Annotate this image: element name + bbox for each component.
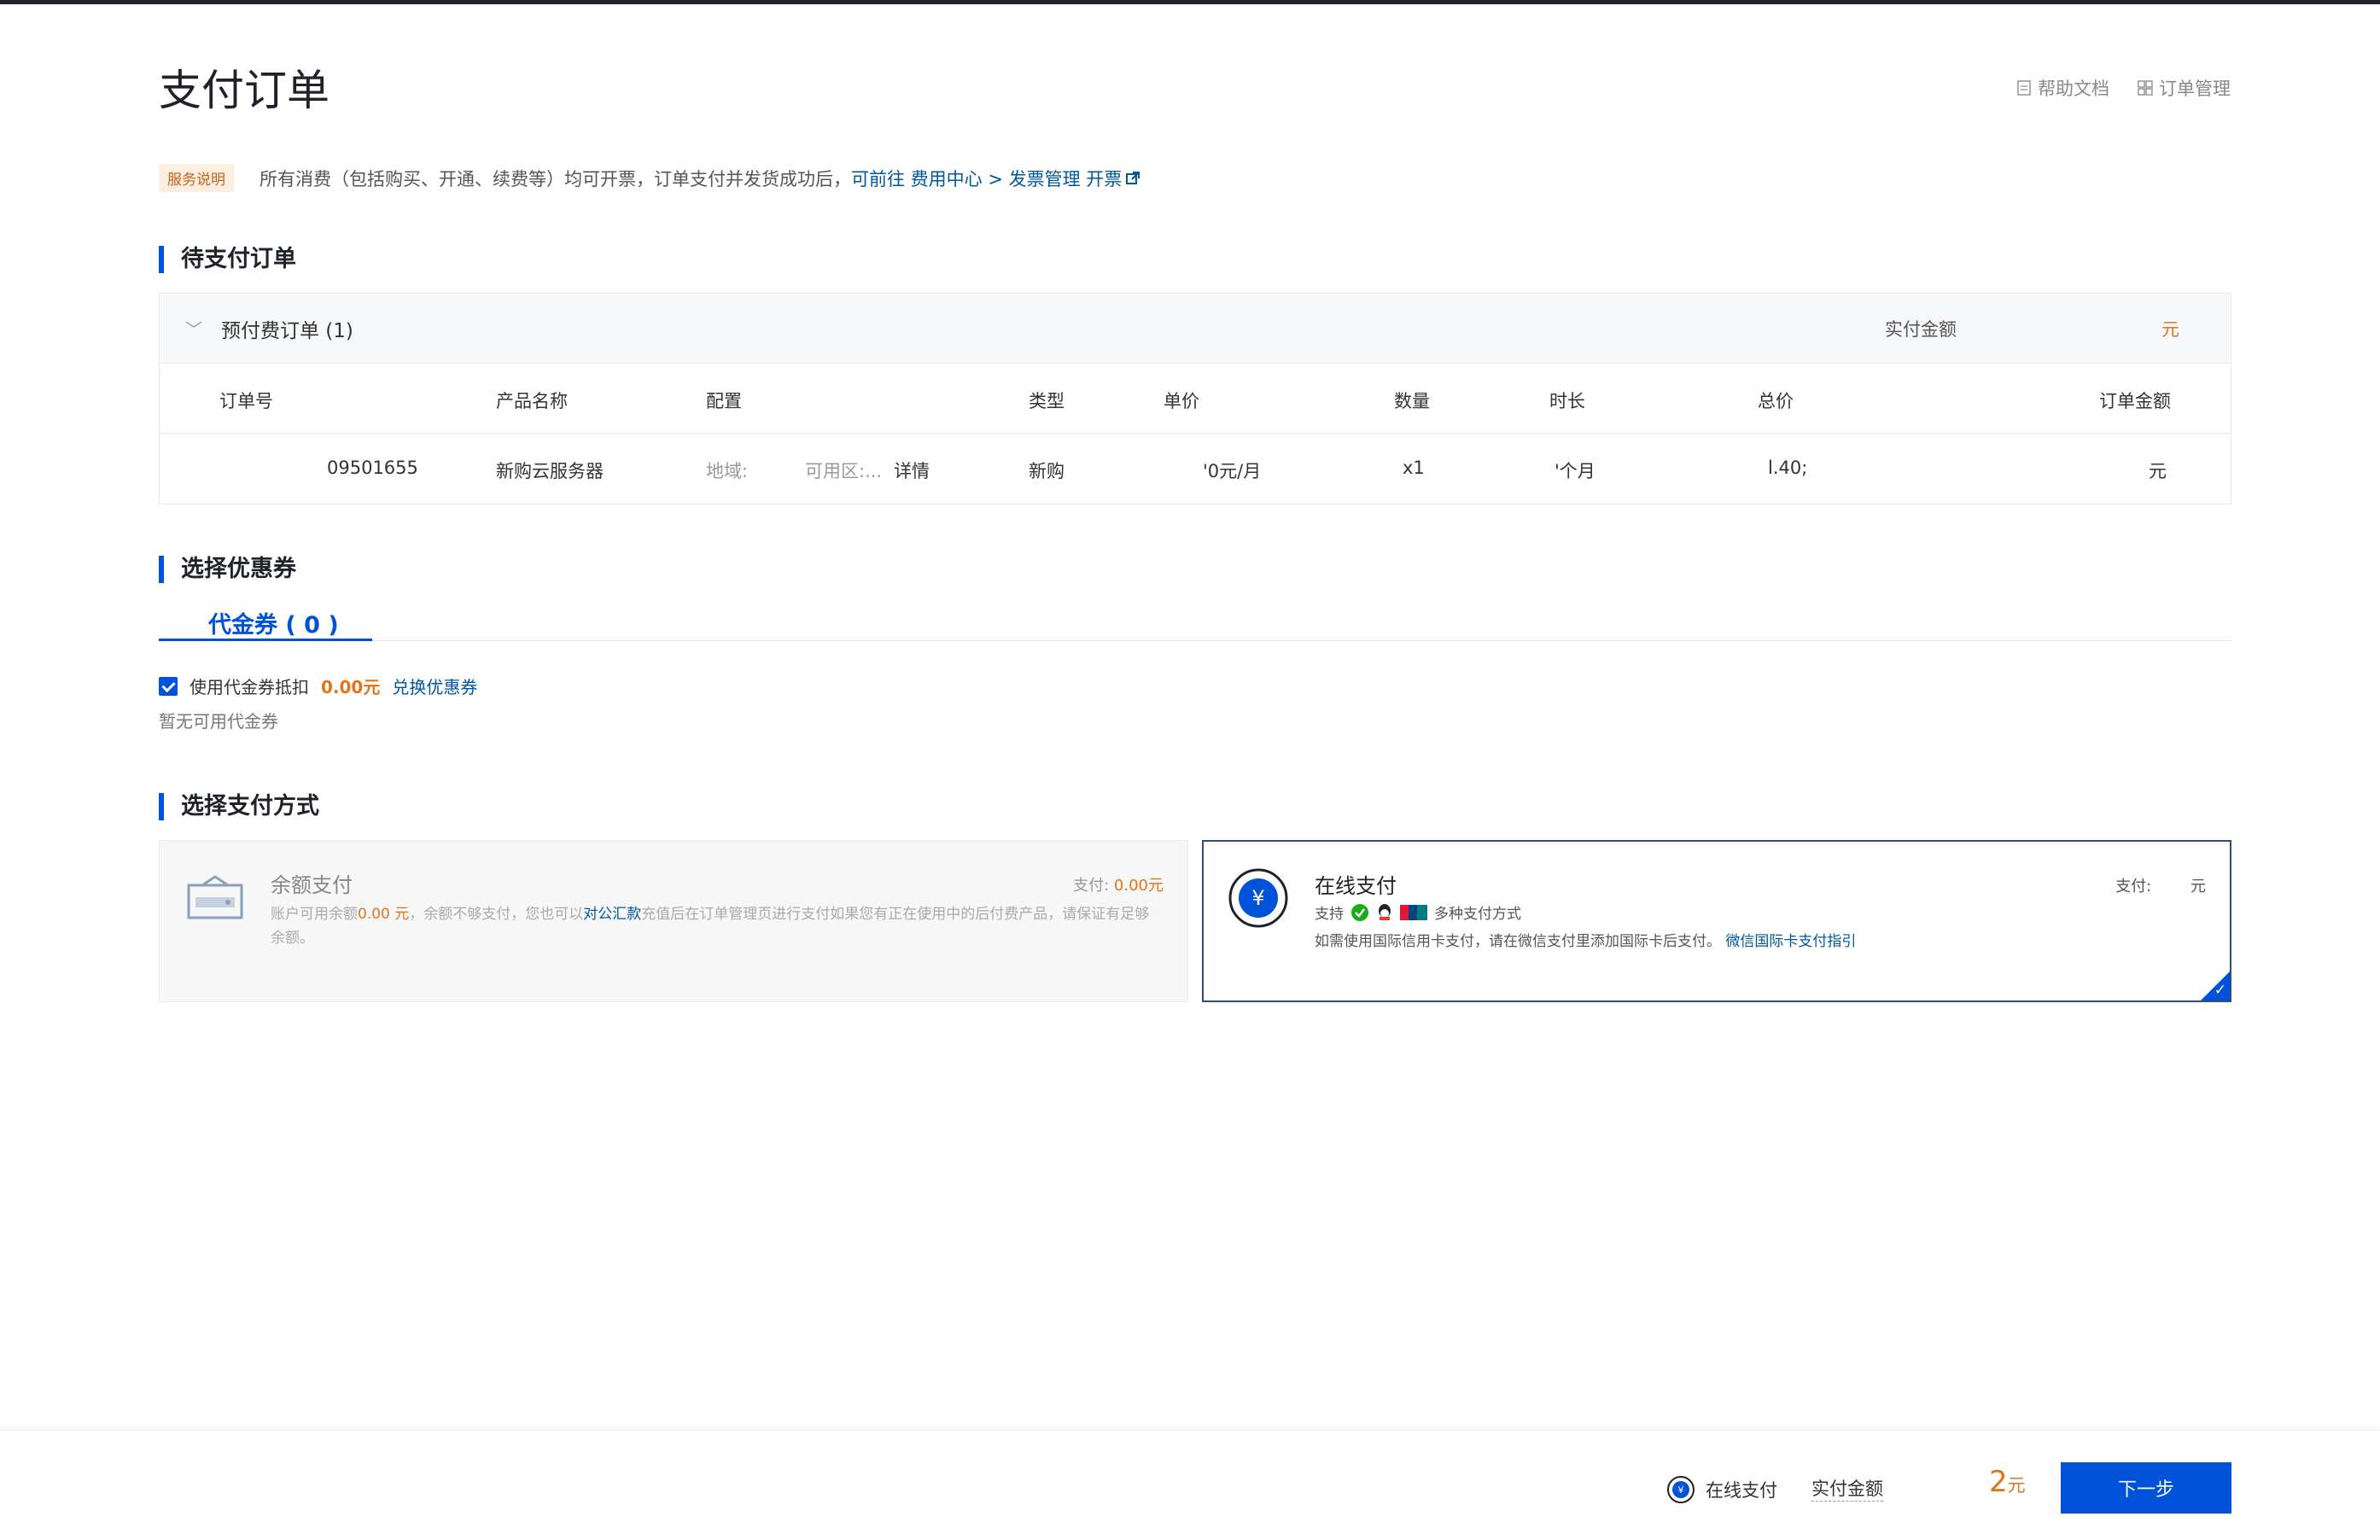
footer-amount-value: 2 [1989,1465,2008,1499]
online-pay-unit: 元 [2190,878,2206,895]
balance-desc-text-2: ，余额不够支付，您也可以 [409,906,584,923]
order-type: 新购 [1029,461,1065,481]
invoice-link[interactable]: 可前往 费用中心 > 发票管理 开票 [851,166,1122,191]
voucher-deduct-amount: 0.00元 [321,677,381,697]
col-product: 产品名称 [496,391,568,411]
notice-tag: 服务说明 [159,164,234,192]
use-voucher-checkbox[interactable] [159,676,178,696]
coupon-section-title: 选择优惠券 [159,556,296,583]
use-voucher-row: 使用代金券抵扣 0.00元 兑换优惠券 [159,674,477,698]
top-links: 帮助文档 订单管理 [2015,75,2231,101]
balance-pay-value: 0.00元 [1113,877,1164,895]
qq-pay-icon [1379,903,1391,920]
page-title: 支付订单 [159,66,330,115]
footer-payment-method: ¥ 在线支付 [1666,1475,1777,1504]
grid-icon [2138,80,2153,96]
intl-card-guide-link[interactable]: 微信国际卡支付指引 [1725,933,1856,950]
footer-method-label: 在线支付 [1706,1480,1777,1501]
next-step-button[interactable]: 下一步 [2061,1462,2231,1514]
tab-baseline [159,640,2231,641]
order-group-label: 预付费订单 (1) [221,319,353,342]
col-duration: 时长 [1549,391,1585,411]
order-number: 09501655 [327,458,418,478]
online-pay-label: 支付: [2115,878,2152,895]
chevron-down-icon[interactable]: ﹀ [185,316,202,341]
config-region: 地域: [706,461,749,481]
redeem-coupon-link[interactable]: 兑换优惠券 [392,674,477,698]
config-detail-link[interactable]: 详情 [894,458,930,483]
pending-orders-title: 待支付订单 [159,246,296,273]
check-icon: ✓ [2214,982,2226,999]
order-amount: 元 [2149,461,2167,481]
wechat-pay-icon [1351,903,1368,921]
group-paid-amount: 实付金额 元 [1885,316,2179,341]
quantity: x1 [1403,458,1425,478]
col-type: 类型 [1029,391,1065,411]
service-notice: 服务说明 所有消费（包括购买、开通、续费等）均可开票，订单支付并发货成功后， 可… [159,164,1140,192]
support-suffix: 多种支付方式 [1434,906,1521,923]
wallet-icon [187,875,243,919]
support-prefix: 支持 [1315,906,1344,923]
col-qty: 数量 [1394,391,1430,411]
order-table: ﹀ 预付费订单 (1) 实付金额 元 订单号 产品名称 配置 类型 单价 数量 … [159,293,2231,505]
order-management-label: 订单管理 [2159,79,2231,99]
svg-text:¥: ¥ [1678,1485,1684,1496]
row-divider [160,433,2231,434]
balance-pay-name: 余额支付 [271,873,353,897]
balance-pay-desc: 账户可用余额0.00 元，余额不够支付，您也可以对公汇款充值后在订单管理页进行支… [271,902,1150,950]
intl-note-text: 如需使用国际信用卡支付，请在微信支付里添加国际卡后支付。 [1315,933,1721,950]
svg-text:¥: ¥ [1251,886,1264,910]
duration: '个月 [1555,461,1595,481]
col-order-no: 订单号 [219,391,273,411]
tab-voucher[interactable]: 代金券 ( 0 ) [208,606,339,639]
col-unit-price: 单价 [1164,391,1199,411]
balance-desc-text: 账户可用余额 [271,906,358,923]
intl-card-note: 如需使用国际信用卡支付，请在微信支付里添加国际卡后支付。 微信国际卡支付指引 [1315,929,1856,950]
col-order-amount: 订单金额 [2099,391,2171,411]
config-zone: 可用区:... [805,461,883,481]
help-doc-label: 帮助文档 [2038,79,2109,99]
document-icon [2017,80,2031,96]
online-pay-amount: 支付: 元 [2115,874,2206,896]
payment-section-title: 选择支付方式 [159,793,319,820]
col-config: 配置 [706,391,742,411]
yuan-coin-small-icon: ¥ [1667,1476,1695,1503]
balance-pay-amount: 支付: 0.00元 [1073,873,1164,895]
online-payment-option[interactable]: ¥ 在线支付 支付: 元 支持 多种支付方式 如需使用国际信用卡支付，请在微信支… [1202,840,2231,1002]
help-doc-link[interactable]: 帮助文档 [2015,75,2109,101]
footer-bar: ¥ 在线支付 实付金额 2元 下一步 [0,1430,2380,1540]
yuan-coin-icon: ¥ [1228,868,1288,928]
footer-amount: 2元 [1989,1465,2026,1499]
online-support-row: 支持 多种支付方式 [1315,901,1521,923]
no-voucher-text: 暂无可用代金券 [159,711,278,732]
order-management-link[interactable]: 订单管理 [2137,75,2231,101]
notice-text: 所有消费（包括购买、开通、续费等）均可开票，订单支付并发货成功后， [260,168,851,190]
unit-price: '0元/月 [1203,461,1262,481]
paid-label: 实付金额 [1885,319,1957,340]
balance-payment-option[interactable]: 余额支付 支付: 0.00元 账户可用余额0.00 元，余额不够支付，您也可以对… [159,840,1188,1002]
external-link-icon[interactable] [1125,171,1140,186]
online-pay-name: 在线支付 [1315,874,1397,898]
footer-amount-unit: 元 [2007,1475,2026,1496]
product-name: 新购云服务器 [496,461,604,481]
col-total: 总价 [1758,391,1794,411]
order-group-header[interactable]: ﹀ 预付费订单 (1) 实付金额 元 [160,294,2231,364]
top-border [0,0,2380,4]
use-voucher-label: 使用代金券抵扣 [190,677,309,697]
paid-value: 元 [2161,319,2179,340]
available-balance: 0.00 元 [358,906,410,923]
total-price: l.40; [1768,458,1808,478]
balance-pay-label: 支付: [1073,877,1110,895]
unionpay-icon [1400,904,1427,920]
footer-paid-label: 实付金额 [1811,1475,1883,1502]
corporate-transfer-link[interactable]: 对公汇款 [583,906,641,923]
